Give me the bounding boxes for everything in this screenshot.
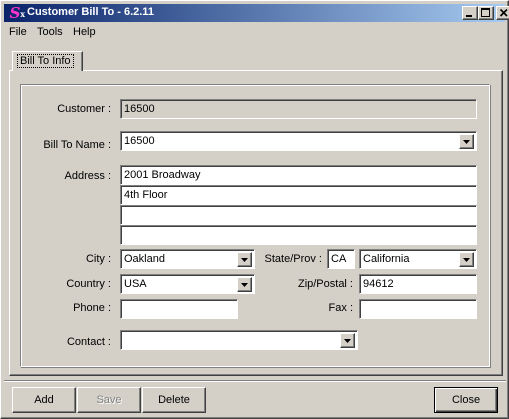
city-combo[interactable]: Oakland — [120, 249, 255, 269]
bottom-separator — [4, 380, 506, 382]
tab-bill-to-info[interactable]: Bill To Info — [12, 51, 83, 71]
contact-dropdown-button[interactable] — [340, 333, 355, 348]
sx-app-icon[interactable]: Sx — [7, 5, 25, 21]
fax-input[interactable] — [359, 299, 477, 319]
menu-tools[interactable]: Tools — [37, 26, 63, 38]
menu-help[interactable]: Help — [73, 26, 96, 38]
minimize-button[interactable] — [462, 6, 478, 20]
country-combo[interactable]: USA — [120, 274, 255, 294]
minimize-icon — [466, 15, 472, 17]
city-dropdown-button[interactable] — [237, 252, 252, 267]
customer-label: Customer : — [57, 103, 111, 115]
bill-to-name-value: 16500 — [124, 135, 155, 147]
chevron-down-icon — [241, 283, 248, 287]
address-label: Address : — [64, 170, 111, 182]
chevron-down-icon — [241, 258, 248, 262]
add-button[interactable]: Add — [12, 387, 76, 413]
country-label: Country : — [66, 278, 111, 290]
save-button-label: Save — [96, 394, 122, 406]
customer-field: 16500 — [120, 99, 477, 119]
maximize-icon — [481, 8, 490, 17]
address-line-3-input[interactable] — [120, 205, 477, 225]
chevron-down-icon — [463, 140, 470, 144]
address-line-1-input[interactable]: 2001 Broadway — [120, 165, 477, 185]
maximize-button[interactable] — [478, 6, 494, 20]
delete-button-label: Delete — [158, 394, 190, 406]
customer-bill-to-window: Sx Customer Bill To - 6.2.11 File Tools … — [0, 0, 509, 419]
save-button[interactable]: Save — [77, 387, 141, 413]
chevron-down-icon — [463, 258, 470, 262]
state-prov-label: State/Prov : — [264, 253, 322, 265]
window-title: Customer Bill To - 6.2.11 — [27, 6, 154, 18]
state-dropdown-button[interactable] — [459, 252, 474, 267]
contact-combo[interactable] — [120, 330, 358, 350]
state-code-input[interactable]: CA — [327, 249, 355, 269]
add-button-label: Add — [34, 394, 54, 406]
address-line-4-input[interactable] — [120, 225, 477, 245]
bill-to-name-label: Bill To Name : — [43, 139, 111, 151]
menu-file[interactable]: File — [9, 26, 27, 38]
country-value: USA — [124, 278, 147, 290]
close-icon — [499, 8, 508, 17]
close-button[interactable]: Close — [434, 387, 498, 413]
tab-label: Bill To Info — [17, 54, 74, 68]
menu-bar: File Tools Help — [4, 23, 505, 41]
zip-postal-label: Zip/Postal : — [297, 278, 353, 290]
phone-input[interactable] — [120, 299, 238, 319]
close-window-button[interactable] — [496, 6, 509, 20]
address-line-2-input[interactable]: 4th Floor — [120, 185, 477, 205]
bill-to-name-combo[interactable]: 16500 — [120, 131, 477, 151]
zip-postal-input[interactable]: 94612 — [359, 274, 477, 294]
city-label: City : — [85, 253, 111, 265]
title-bar[interactable]: Sx Customer Bill To - 6.2.11 — [4, 4, 509, 22]
fax-label: Fax : — [328, 302, 353, 314]
state-name-value: California — [363, 253, 410, 265]
close-button-label: Close — [451, 394, 481, 406]
contact-label: Contact : — [66, 336, 111, 348]
bill-to-name-dropdown-button[interactable] — [459, 134, 474, 149]
city-value: Oakland — [124, 253, 165, 265]
state-name-combo[interactable]: California — [359, 249, 477, 269]
chevron-down-icon — [344, 339, 351, 343]
country-dropdown-button[interactable] — [237, 277, 252, 292]
phone-label: Phone : — [73, 302, 111, 314]
delete-button[interactable]: Delete — [142, 387, 206, 413]
